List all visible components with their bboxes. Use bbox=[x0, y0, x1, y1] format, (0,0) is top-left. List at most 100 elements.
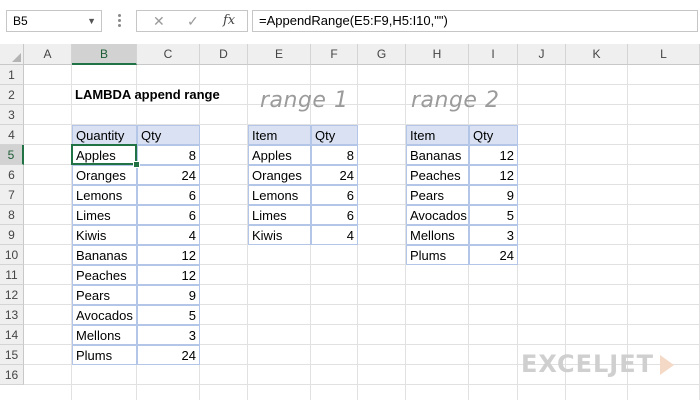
result-cell-item[interactable]: Mellons bbox=[72, 325, 137, 345]
result-cell-qty[interactable]: 9 bbox=[137, 285, 200, 305]
row-header-1[interactable]: 1 bbox=[0, 65, 24, 85]
column-header-k[interactable]: K bbox=[566, 44, 628, 65]
result-cell-item[interactable]: Pears bbox=[72, 285, 137, 305]
column-header-a[interactable]: A bbox=[24, 44, 72, 65]
row-header-15[interactable]: 15 bbox=[0, 345, 24, 365]
row-header-16[interactable]: 16 bbox=[0, 365, 24, 385]
range2-cell-qty[interactable]: 12 bbox=[469, 165, 518, 185]
range1-cell-item[interactable]: Lemons bbox=[248, 185, 311, 205]
column-header-g[interactable]: G bbox=[358, 44, 406, 65]
range2-cell-qty[interactable]: 5 bbox=[469, 205, 518, 225]
worksheet-grid[interactable]: A B C D E F G H I J K L 1 2 3 4 5 6 7 8 9 10 11 12 13 14 15 16 Quant… bbox=[0, 44, 700, 400]
result-cell-item[interactable]: Lemons bbox=[72, 185, 137, 205]
row-header-6[interactable]: 6 bbox=[0, 165, 24, 185]
row-header-8[interactable]: 8 bbox=[0, 205, 24, 225]
column-header-l[interactable]: L bbox=[628, 44, 700, 65]
result-cell-item[interactable]: Peaches bbox=[72, 265, 137, 285]
result-cell-qty[interactable]: 3 bbox=[137, 325, 200, 345]
range2-cell-item[interactable]: Bananas bbox=[406, 145, 469, 165]
row-header-10[interactable]: 10 bbox=[0, 245, 24, 265]
gridline bbox=[24, 104, 700, 105]
column-header-c[interactable]: C bbox=[137, 44, 200, 65]
logo-text: EXCELJET bbox=[520, 350, 654, 378]
result-cell-qty[interactable]: 4 bbox=[137, 225, 200, 245]
enter-icon[interactable]: ✓ bbox=[187, 11, 199, 31]
formula-input[interactable]: =AppendRange(E5:F9,H5:I10,"") bbox=[252, 10, 698, 32]
range1-cell-qty[interactable]: 4 bbox=[311, 225, 358, 245]
result-cell-item[interactable]: Avocados bbox=[72, 305, 137, 325]
range1-header-item[interactable]: Item bbox=[248, 125, 311, 145]
row-header-12[interactable]: 12 bbox=[0, 285, 24, 305]
result-cell-qty[interactable]: 5 bbox=[137, 305, 200, 325]
range2-cell-qty[interactable]: 9 bbox=[469, 185, 518, 205]
result-cell-item[interactable]: Limes bbox=[72, 205, 137, 225]
range2-cell-item[interactable]: Peaches bbox=[406, 165, 469, 185]
column-header-e[interactable]: E bbox=[248, 44, 311, 65]
chevron-down-icon[interactable]: ▼ bbox=[87, 11, 96, 31]
gridline bbox=[24, 384, 700, 385]
result-cell-item[interactable]: Apples bbox=[72, 145, 137, 165]
select-all-corner[interactable] bbox=[0, 44, 24, 65]
result-cell-qty[interactable]: 24 bbox=[137, 345, 200, 365]
row-header-9[interactable]: 9 bbox=[0, 225, 24, 245]
range2-cell-qty[interactable]: 12 bbox=[469, 145, 518, 165]
result-cell-qty[interactable]: 24 bbox=[137, 165, 200, 185]
result-cell-item[interactable]: Bananas bbox=[72, 245, 137, 265]
range2-cell-item[interactable]: Avocados bbox=[406, 205, 469, 225]
range2-cell-qty[interactable]: 24 bbox=[469, 245, 518, 265]
exceljet-logo: EXCELJET bbox=[521, 350, 674, 378]
result-cell-item[interactable]: Kiwis bbox=[72, 225, 137, 245]
range2-cell-item[interactable]: Pears bbox=[406, 185, 469, 205]
range1-cell-item[interactable]: Oranges bbox=[248, 165, 311, 185]
formula-bar: B5 ▼ ✕ ✓ fx =AppendRange(E5:F9,H5:I10,""… bbox=[0, 0, 700, 45]
row-header-3[interactable]: 3 bbox=[0, 105, 24, 125]
logo-arrow-icon bbox=[660, 355, 674, 375]
range1-cell-item[interactable]: Apples bbox=[248, 145, 311, 165]
range1-label: range 1 bbox=[260, 88, 349, 113]
sheet-title[interactable]: LAMBDA append range bbox=[75, 87, 220, 102]
row-header-13[interactable]: 13 bbox=[0, 305, 24, 325]
column-header-b[interactable]: B bbox=[72, 44, 137, 65]
name-box-value: B5 bbox=[13, 14, 28, 28]
column-header-j[interactable]: J bbox=[518, 44, 566, 65]
row-header-7[interactable]: 7 bbox=[0, 185, 24, 205]
row-header-4[interactable]: 4 bbox=[0, 125, 24, 145]
drag-handle-icon[interactable] bbox=[114, 12, 124, 30]
result-cell-qty[interactable]: 8 bbox=[137, 145, 200, 165]
result-header-qty[interactable]: Qty bbox=[137, 125, 200, 145]
name-box[interactable]: B5 ▼ bbox=[6, 10, 102, 32]
column-header-d[interactable]: D bbox=[200, 44, 248, 65]
range1-cell-item[interactable]: Kiwis bbox=[248, 225, 311, 245]
range2-cell-qty[interactable]: 3 bbox=[469, 225, 518, 245]
range2-label: range 2 bbox=[411, 88, 500, 113]
result-header-item[interactable]: Quantity bbox=[72, 125, 137, 145]
result-cell-qty[interactable]: 12 bbox=[137, 245, 200, 265]
insert-function-icon[interactable]: fx bbox=[223, 11, 235, 31]
fill-handle[interactable] bbox=[133, 161, 140, 168]
result-cell-item[interactable]: Oranges bbox=[72, 165, 137, 185]
row-header-11[interactable]: 11 bbox=[0, 265, 24, 285]
column-header-i[interactable]: I bbox=[469, 44, 518, 65]
range1-cell-item[interactable]: Limes bbox=[248, 205, 311, 225]
result-cell-qty[interactable]: 6 bbox=[137, 205, 200, 225]
column-header-f[interactable]: F bbox=[311, 44, 358, 65]
result-cell-qty[interactable]: 6 bbox=[137, 185, 200, 205]
range2-header-qty[interactable]: Qty bbox=[469, 125, 518, 145]
range2-cell-item[interactable]: Mellons bbox=[406, 225, 469, 245]
range1-header-qty[interactable]: Qty bbox=[311, 125, 358, 145]
range1-cell-qty[interactable]: 6 bbox=[311, 185, 358, 205]
row-header-5[interactable]: 5 bbox=[0, 145, 24, 165]
range2-cell-item[interactable]: Plums bbox=[406, 245, 469, 265]
result-cell-item[interactable]: Plums bbox=[72, 345, 137, 365]
range1-cell-qty[interactable]: 8 bbox=[311, 145, 358, 165]
cancel-icon[interactable]: ✕ bbox=[153, 11, 165, 31]
range2-header-item[interactable]: Item bbox=[406, 125, 469, 145]
formula-buttons: ✕ ✓ fx bbox=[136, 10, 248, 32]
gridline bbox=[24, 84, 700, 85]
range1-cell-qty[interactable]: 6 bbox=[311, 205, 358, 225]
row-header-2[interactable]: 2 bbox=[0, 85, 24, 105]
result-cell-qty[interactable]: 12 bbox=[137, 265, 200, 285]
row-header-14[interactable]: 14 bbox=[0, 325, 24, 345]
column-header-h[interactable]: H bbox=[406, 44, 469, 65]
range1-cell-qty[interactable]: 24 bbox=[311, 165, 358, 185]
